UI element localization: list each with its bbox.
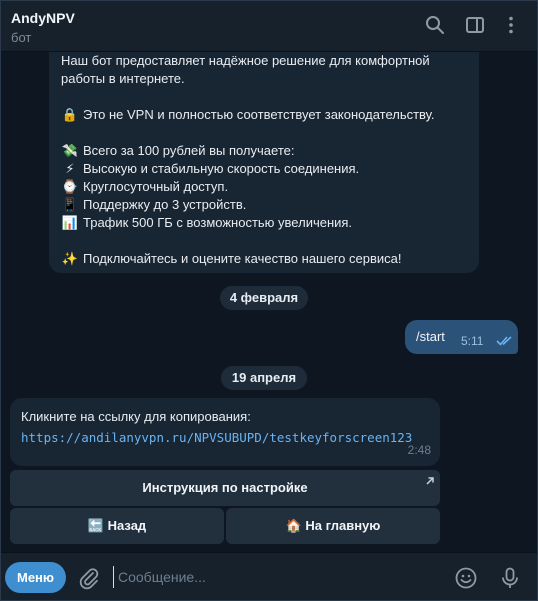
link-message: Кликните на ссылку для копирования: http… bbox=[10, 398, 440, 466]
date-separator: 4 февраля bbox=[220, 286, 308, 310]
chat-title[interactable]: AndyNPV bbox=[11, 10, 75, 26]
outgoing-message: /start 5:11 bbox=[405, 320, 518, 354]
message-time: 5:11 bbox=[461, 334, 484, 348]
back-button[interactable]: 🔙 Назад bbox=[10, 508, 224, 544]
sidebar-toggle-icon[interactable] bbox=[464, 14, 486, 36]
message-line: 🔒 Это не VPN и полностью соответствует за… bbox=[61, 107, 435, 122]
menu-button[interactable]: Меню bbox=[5, 562, 66, 593]
chat-header: AndyNPV бот bbox=[0, 0, 538, 52]
button-label: Инструкция по настройке bbox=[142, 480, 308, 495]
message-list[interactable]: Наш бот предоставляет надёжное решение д… bbox=[0, 52, 538, 552]
home-button[interactable]: 🏠 На главную bbox=[226, 508, 440, 544]
attach-icon[interactable] bbox=[77, 566, 101, 590]
message-line: 💸 Всего за 100 рублей вы получаете: bbox=[61, 143, 295, 158]
message-composer: Меню bbox=[0, 552, 538, 601]
message-time: 2:48 bbox=[407, 443, 431, 457]
date-separator: 19 апреля bbox=[221, 366, 307, 390]
copy-link[interactable]: https://andilanyvpn.ru/NPVSUBUPD/testkey… bbox=[21, 429, 431, 447]
emoji-icon[interactable] bbox=[454, 566, 478, 590]
microphone-icon[interactable] bbox=[498, 566, 522, 590]
message-input[interactable] bbox=[113, 566, 433, 588]
external-link-icon bbox=[425, 474, 435, 489]
message-line: ⌚ Круглосуточный доступ. bbox=[61, 179, 229, 194]
intro-message: Наш бот предоставляет надёжное решение д… bbox=[49, 52, 479, 273]
message-line: работы в интернете. bbox=[61, 71, 185, 86]
message-line: ✨ Подключайтесь и оцените качество нашего… bbox=[61, 251, 402, 266]
lightning-icon: ⚡ bbox=[65, 161, 75, 176]
sparkles-icon: ✨ bbox=[61, 251, 79, 266]
clock-icon: ⌚ bbox=[61, 179, 79, 194]
chart-icon: 📊 bbox=[61, 215, 79, 230]
more-vertical-icon[interactable] bbox=[500, 14, 522, 36]
read-ticks-icon bbox=[496, 334, 514, 349]
message-line: ⚡ Высокую и стабильную скорость соединени… bbox=[61, 160, 467, 178]
money-icon: 💸 bbox=[61, 143, 79, 158]
message-text[interactable]: /start bbox=[416, 329, 445, 344]
message-line: 📱 Поддержку до 3 устройств. bbox=[61, 197, 247, 212]
button-label: 🔙 Назад bbox=[87, 518, 147, 533]
message-text: Кликните на ссылку для копирования: bbox=[21, 409, 251, 424]
back-arrow-icon: 🔙 bbox=[87, 518, 104, 533]
message-line: Наш бот предоставляет надёжное решение д… bbox=[61, 53, 430, 68]
phone-icon: 📱 bbox=[61, 197, 79, 212]
house-icon: 🏠 bbox=[285, 518, 302, 533]
message-line: 📊 Трафик 500 ГБ с возможностью увеличения… bbox=[61, 215, 353, 230]
lock-icon: 🔒 bbox=[61, 107, 79, 122]
button-label: 🏠 На главную bbox=[285, 518, 381, 533]
instruction-button[interactable]: Инструкция по настройке bbox=[10, 470, 440, 506]
chat-subtitle: бот bbox=[11, 30, 32, 45]
search-icon[interactable] bbox=[424, 14, 446, 36]
